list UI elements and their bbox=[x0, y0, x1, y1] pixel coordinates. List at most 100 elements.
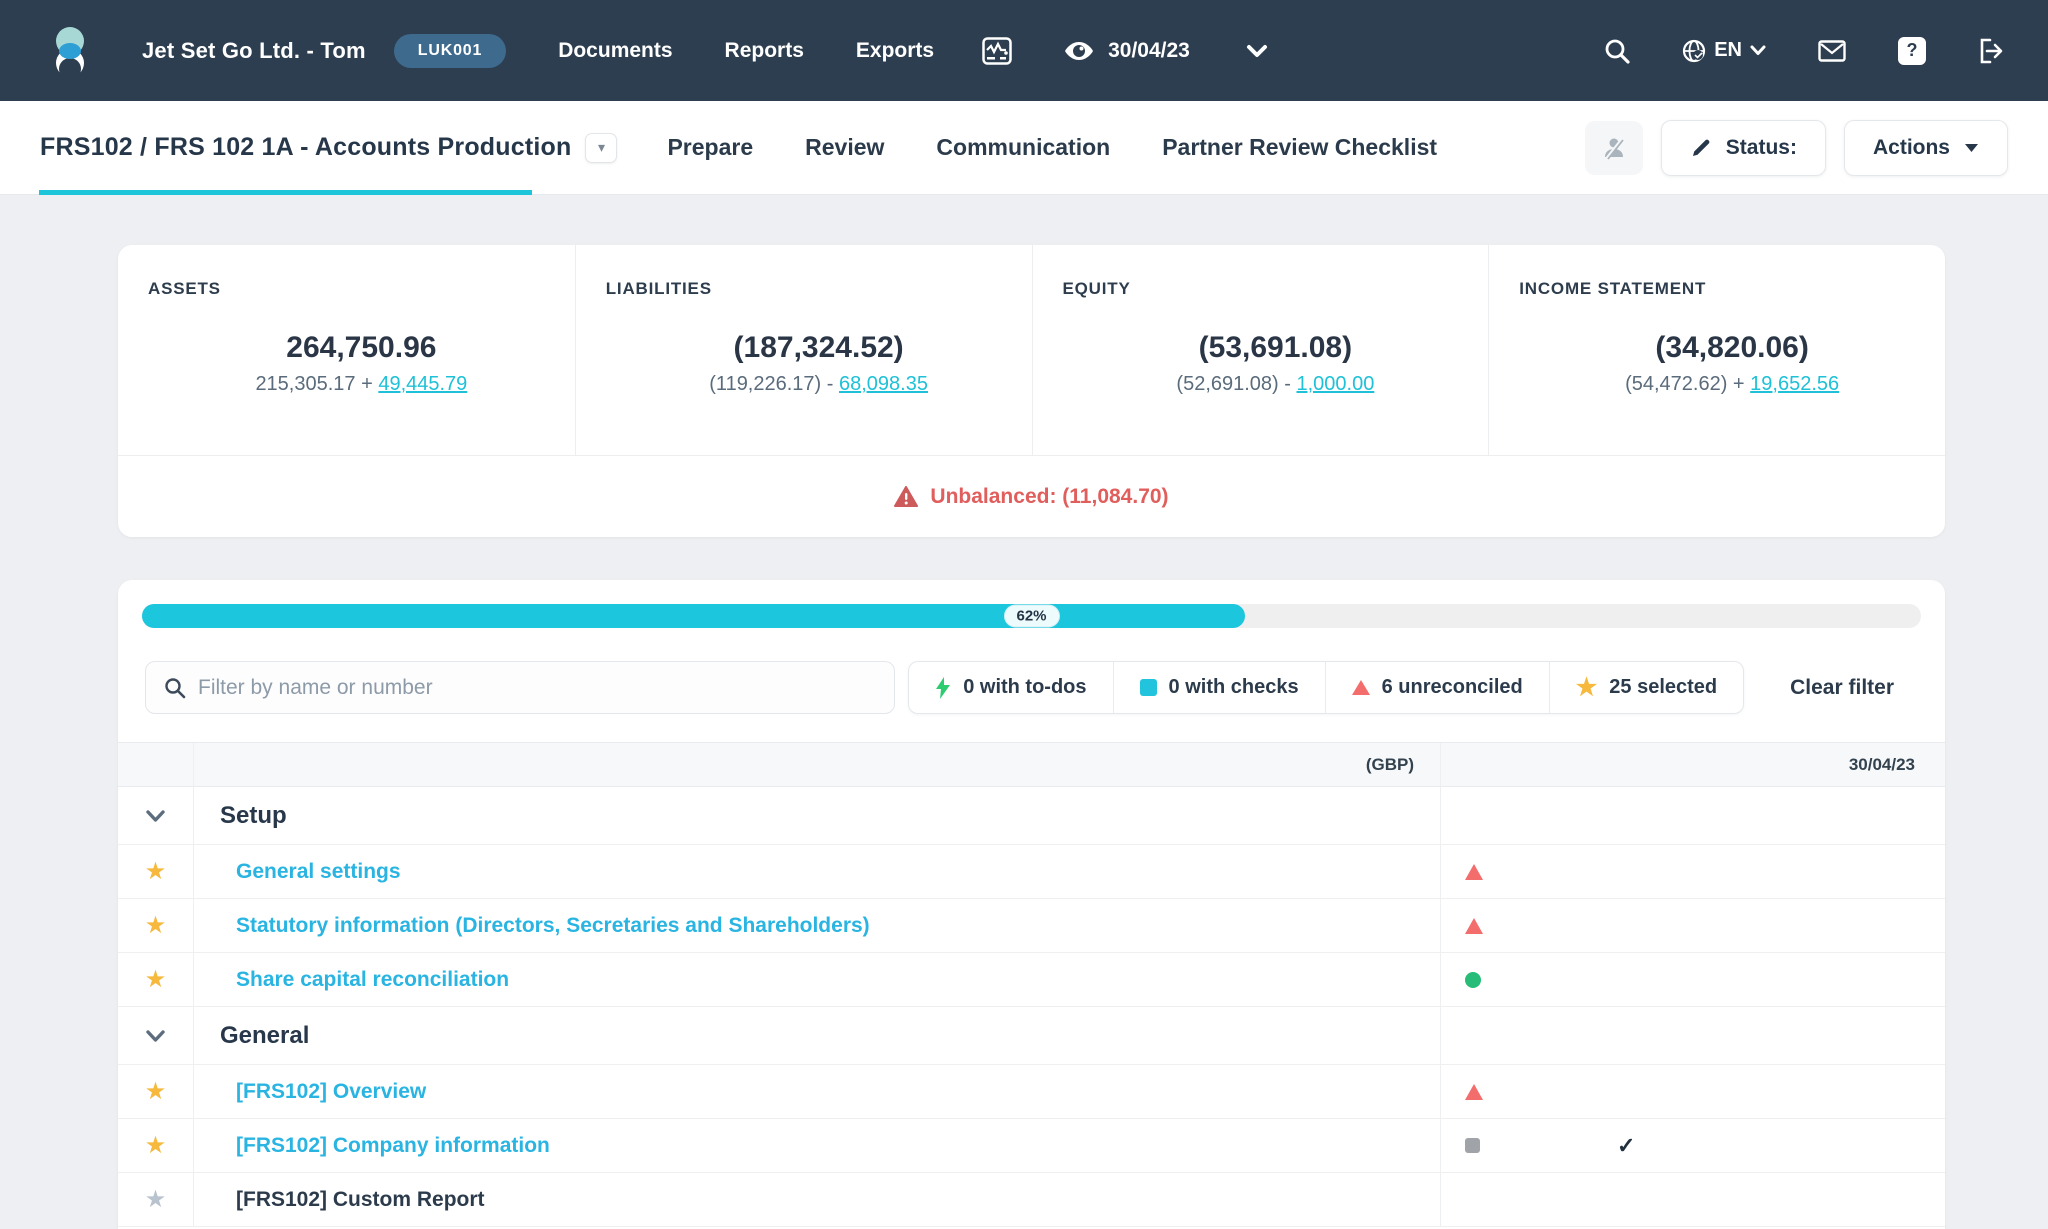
tile-equity: EQUITY (53,691.08) (52,691.08) - 1,000.0… bbox=[1032, 245, 1489, 455]
tab-partner-review-checklist[interactable]: Partner Review Checklist bbox=[1162, 134, 1437, 161]
globe-icon bbox=[1682, 39, 1706, 63]
checkmark-icon: ✓ bbox=[1617, 1133, 1635, 1159]
section-label: General bbox=[194, 1022, 309, 1050]
language-selector[interactable]: EN bbox=[1682, 39, 1766, 63]
warning-triangle-icon bbox=[894, 486, 918, 508]
tile-liabilities: LIABILITIES (187,324.52) (119,226.17) - … bbox=[575, 245, 1032, 455]
template-label[interactable]: [FRS102] Custom Report bbox=[194, 1188, 485, 1212]
actions-button-label: Actions bbox=[1873, 136, 1950, 160]
star-toggle[interactable]: ★ bbox=[145, 1134, 167, 1158]
star-toggle[interactable]: ★ bbox=[145, 968, 167, 992]
header-star-col bbox=[118, 743, 194, 786]
template-link[interactable]: [FRS102] Overview bbox=[194, 1080, 426, 1104]
star-toggle[interactable]: ★ bbox=[145, 860, 167, 884]
person-slash-icon bbox=[1601, 135, 1627, 161]
unbalanced-warning: Unbalanced: (11,084.70) bbox=[118, 455, 1945, 537]
tile-income-statement: INCOME STATEMENT (34,820.06) (54,472.62)… bbox=[1488, 245, 1945, 455]
filter-toolbar: 0 with to-dos 0 with checks 6 unreconcil… bbox=[145, 661, 1918, 714]
filter-badge-label: 25 selected bbox=[1609, 676, 1717, 699]
period-chevron-down-icon[interactable] bbox=[1246, 44, 1268, 58]
active-tab-underline bbox=[39, 190, 532, 195]
check-square-icon bbox=[1140, 679, 1157, 696]
status-unreconciled-icon bbox=[1465, 864, 1483, 880]
search-icon[interactable] bbox=[1604, 38, 1630, 64]
status-button[interactable]: Status: bbox=[1661, 120, 1826, 176]
header-currency: (GBP) bbox=[194, 743, 1441, 786]
tile-value: (53,691.08) bbox=[1063, 331, 1489, 365]
star-toggle[interactable]: ★ bbox=[145, 1080, 167, 1104]
unbalanced-value: (11,084.70) bbox=[1062, 485, 1168, 508]
actions-button[interactable]: Actions bbox=[1844, 120, 2008, 176]
tile-value: (34,820.06) bbox=[1519, 331, 1945, 365]
nav-link-reports[interactable]: Reports bbox=[725, 39, 804, 63]
navbar-right-icons: EN ? bbox=[1604, 37, 2004, 65]
table-row: ★ [FRS102] Custom Report bbox=[118, 1173, 1945, 1227]
collapse-chevron-icon[interactable] bbox=[146, 1030, 165, 1042]
formula-prefix: (54,472.62) + bbox=[1625, 373, 1750, 395]
tile-value: (187,324.52) bbox=[606, 331, 1032, 365]
filter-badge-label: 6 unreconciled bbox=[1382, 676, 1523, 699]
formula-link[interactable]: 68,098.35 bbox=[839, 373, 928, 395]
title-dropdown-button[interactable]: ▾ bbox=[585, 133, 617, 163]
worksheet-card: 62% 0 with to-dos 0 with checks 6 unreco… bbox=[118, 580, 1945, 1229]
filter-input[interactable] bbox=[198, 676, 876, 700]
unbalanced-text: Unbalanced: (11,084.70) bbox=[930, 485, 1168, 509]
template-link[interactable]: Share capital reconciliation bbox=[194, 968, 509, 992]
top-navbar: Jet Set Go Ltd. - Tom LUK001 Documents R… bbox=[0, 0, 2048, 101]
nav-link-documents[interactable]: Documents bbox=[558, 39, 672, 63]
formula-prefix: 215,305.17 + bbox=[255, 373, 378, 395]
template-link[interactable]: Statutory information (Directors, Secret… bbox=[194, 914, 870, 938]
unassign-user-button[interactable] bbox=[1585, 121, 1643, 175]
pencil-icon bbox=[1690, 137, 1712, 159]
tile-formula: (54,472.62) + 19,652.56 bbox=[1519, 373, 1945, 396]
filter-badge-checks[interactable]: 0 with checks bbox=[1113, 662, 1325, 713]
company-code-badge[interactable]: LUK001 bbox=[394, 34, 506, 68]
filter-search-icon bbox=[164, 677, 186, 699]
subnav-tabs: Prepare Review Communication Partner Rev… bbox=[667, 134, 1437, 161]
table-section-row: Setup bbox=[118, 787, 1945, 845]
lightning-icon bbox=[935, 677, 951, 699]
filter-badge-todos[interactable]: 0 with to-dos bbox=[909, 662, 1112, 713]
status-unreconciled-icon bbox=[1465, 1084, 1483, 1100]
clear-filter-button[interactable]: Clear filter bbox=[1790, 676, 1894, 700]
tile-label: ASSETS bbox=[148, 279, 575, 299]
period-date: 30/04/23 bbox=[1108, 39, 1190, 63]
language-chevron-down-icon bbox=[1750, 45, 1766, 56]
formula-link[interactable]: 19,652.56 bbox=[1750, 373, 1839, 395]
tab-review[interactable]: Review bbox=[805, 134, 884, 161]
table-row: ★ Share capital reconciliation bbox=[118, 953, 1945, 1007]
star-toggle[interactable]: ★ bbox=[145, 914, 167, 938]
tile-label: INCOME STATEMENT bbox=[1519, 279, 1945, 299]
company-name[interactable]: Jet Set Go Ltd. - Tom bbox=[142, 38, 366, 64]
section-label: Setup bbox=[194, 802, 287, 830]
star-toggle[interactable]: ★ bbox=[145, 1188, 167, 1212]
accounts-table: (GBP) 30/04/23 Setup ★ General settings … bbox=[118, 742, 1945, 1227]
tile-formula: 215,305.17 + 49,445.79 bbox=[148, 373, 575, 396]
progress-fill bbox=[142, 604, 1245, 628]
status-neutral-icon bbox=[1465, 1138, 1480, 1153]
summary-tiles: ASSETS 264,750.96 215,305.17 + 49,445.79… bbox=[118, 245, 1945, 455]
nav-link-exports[interactable]: Exports bbox=[856, 39, 934, 63]
template-link[interactable]: [FRS102] Company information bbox=[194, 1134, 550, 1158]
formula-link[interactable]: 49,445.79 bbox=[378, 373, 467, 395]
messages-envelope-icon[interactable] bbox=[1818, 40, 1846, 62]
template-link[interactable]: General settings bbox=[194, 860, 401, 884]
tile-label: EQUITY bbox=[1063, 279, 1489, 299]
formula-link[interactable]: 1,000.00 bbox=[1296, 373, 1374, 395]
formula-prefix: (52,691.08) - bbox=[1176, 373, 1296, 395]
status-reconciled-icon bbox=[1465, 972, 1481, 988]
table-header-row: (GBP) 30/04/23 bbox=[118, 742, 1945, 787]
help-icon[interactable]: ? bbox=[1898, 37, 1926, 65]
subnav-actions: Status: Actions bbox=[1585, 120, 2008, 176]
collapse-chevron-icon[interactable] bbox=[146, 810, 165, 822]
logout-icon[interactable] bbox=[1978, 38, 2004, 64]
eye-icon[interactable] bbox=[1064, 41, 1094, 61]
filter-badge-unreconciled[interactable]: 6 unreconciled bbox=[1325, 662, 1549, 713]
tab-prepare[interactable]: Prepare bbox=[667, 134, 753, 161]
progress-bar: 62% bbox=[142, 604, 1921, 628]
language-label: EN bbox=[1714, 39, 1742, 62]
silverfin-logo[interactable] bbox=[46, 21, 94, 81]
filter-badge-selected[interactable]: ★ 25 selected bbox=[1549, 662, 1743, 713]
tab-communication[interactable]: Communication bbox=[936, 134, 1110, 161]
activity-monitor-icon[interactable] bbox=[982, 37, 1012, 65]
